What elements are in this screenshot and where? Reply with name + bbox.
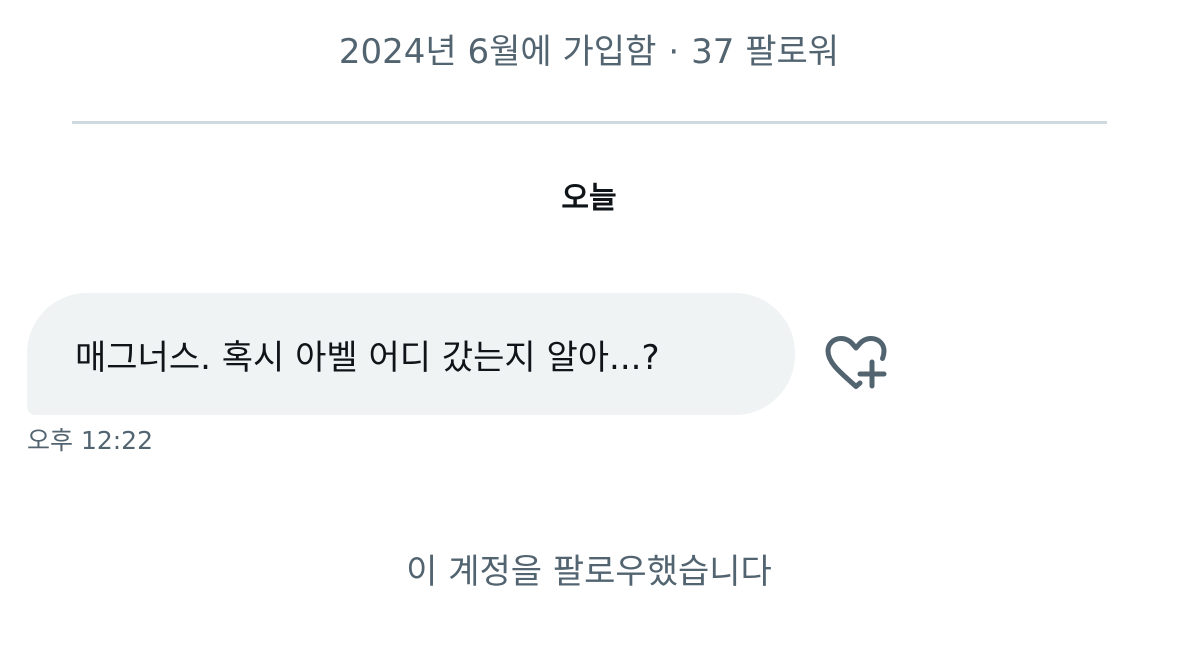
message-timestamp: 오후 12:22 bbox=[27, 426, 153, 455]
follow-system-note: 이 계정을 팔로우했습니다 bbox=[406, 552, 772, 592]
followers-count[interactable]: 37 팔로워 bbox=[691, 32, 839, 72]
divider bbox=[72, 121, 1107, 124]
message-text: 매그너스. 혹시 아벨 어디 갔는지 알아...? bbox=[75, 337, 660, 378]
message-bubble[interactable]: 매그너스. 혹시 아벨 어디 갔는지 알아...? bbox=[27, 293, 795, 415]
profile-meta: 2024년 6월에 가입함 · 37 팔로워 bbox=[0, 28, 1178, 76]
meta-separator: · bbox=[668, 32, 680, 72]
add-reaction-button[interactable] bbox=[823, 332, 891, 400]
heart-plus-icon bbox=[825, 336, 887, 389]
date-header: 오늘 bbox=[561, 181, 617, 216]
message-row: 매그너스. 혹시 아벨 어디 갔는지 알아...? bbox=[27, 293, 891, 415]
joined-date: 2024년 6월에 가입함 bbox=[338, 32, 657, 72]
